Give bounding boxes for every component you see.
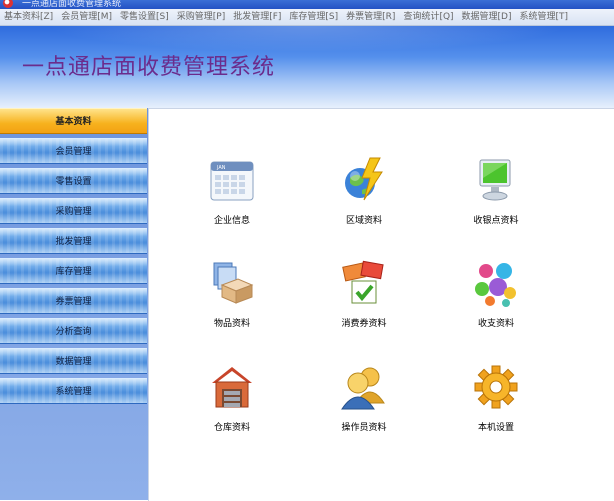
sidebar-item-analysis[interactable]: 分析查询 <box>0 318 147 344</box>
tile-goods-data[interactable]: 物品资料 <box>174 259 284 339</box>
box-documents-icon <box>213 262 254 304</box>
sidebar-item-coupon[interactable]: 券票管理 <box>0 288 147 314</box>
menu-bar: 基本资料[Z] 会员管理[M] 零售设置[S] 采购管理[P] 批发管理[F] … <box>0 9 614 26</box>
coupon-check-icon <box>342 260 384 304</box>
menu-system[interactable]: 系统管理[T] <box>516 9 573 25</box>
tile-label: 消费券资料 <box>341 319 387 329</box>
tile-operator-data[interactable]: 操作员资料 <box>306 363 416 443</box>
warehouse-icon <box>212 367 252 408</box>
tile-coupon-data[interactable]: 消费券资料 <box>306 259 416 339</box>
tile-company-info[interactable]: JAN 企业信息 <box>174 156 284 236</box>
menu-purchase[interactable]: 采购管理[P] <box>173 9 229 25</box>
tile-label: 操作员资料 <box>341 423 387 433</box>
menu-inventory[interactable]: 库存管理[S] <box>285 9 342 25</box>
menu-data[interactable]: 数据管理[D] <box>458 9 516 25</box>
sidebar-item-purchase[interactable]: 采购管理 <box>0 198 147 224</box>
sidebar: 基本资料 会员管理 零售设置 采购管理 批发管理 库存管理 券票管理 分析查询 … <box>0 108 148 500</box>
users-icon <box>341 367 385 410</box>
menu-query[interactable]: 查询统计[Q] <box>399 9 457 25</box>
tile-region-data[interactable]: 区域资料 <box>306 156 416 236</box>
svg-text:JAN: JAN <box>216 165 226 171</box>
tile-cashier-data[interactable]: 收银点资料 <box>438 156 548 236</box>
colored-balls-icon <box>475 263 516 307</box>
tile-label: 收银点资料 <box>473 216 519 226</box>
tile-local-settings[interactable]: 本机设置 <box>438 363 548 443</box>
sidebar-item-data[interactable]: 数据管理 <box>0 348 147 374</box>
sidebar-item-system[interactable]: 系统管理 <box>0 378 147 404</box>
tile-label: 区域资料 <box>345 216 382 226</box>
sidebar-item-retail[interactable]: 零售设置 <box>0 168 147 194</box>
tile-label: 本机设置 <box>477 423 514 433</box>
window-title-bar: 一点通店面收费管理系统 <box>0 0 614 9</box>
globe-lightning-icon <box>345 157 383 201</box>
sidebar-item-inventory[interactable]: 库存管理 <box>0 258 147 284</box>
content-panel: JAN 企业信息 区域资料 收银点资料 物品资料 消费券资料 收支资料 仓库资料… <box>148 108 614 501</box>
monitor-icon <box>479 159 511 201</box>
header-banner: 一点通店面收费管理系统 <box>0 26 614 108</box>
tile-income-expense-data[interactable]: 收支资料 <box>438 259 548 339</box>
sidebar-item-wholesale[interactable]: 批发管理 <box>0 228 147 254</box>
sidebar-item-basic-info[interactable]: 基本资料 <box>0 108 147 134</box>
menu-wholesale[interactable]: 批发管理[F] <box>229 9 285 25</box>
menu-retail[interactable]: 零售设置[S] <box>116 9 173 25</box>
tile-label: 企业信息 <box>213 216 250 226</box>
gear-icon <box>474 365 518 409</box>
sidebar-item-member[interactable]: 会员管理 <box>0 138 147 164</box>
tile-label: 收支资料 <box>477 319 514 329</box>
tile-warehouse-data[interactable]: 仓库资料 <box>174 363 284 443</box>
menu-member[interactable]: 会员管理[M] <box>57 9 116 25</box>
app-title: 一点通店面收费管理系统 <box>22 55 276 80</box>
window-title: 一点通店面收费管理系统 <box>22 0 122 9</box>
menu-coupon[interactable]: 券票管理[R] <box>342 9 399 25</box>
app-icon <box>3 0 13 8</box>
menu-basic-info[interactable]: 基本资料[Z] <box>0 9 57 25</box>
calendar-icon: JAN <box>210 161 254 201</box>
tile-label: 物品资料 <box>213 319 250 329</box>
tile-label: 仓库资料 <box>213 423 250 433</box>
